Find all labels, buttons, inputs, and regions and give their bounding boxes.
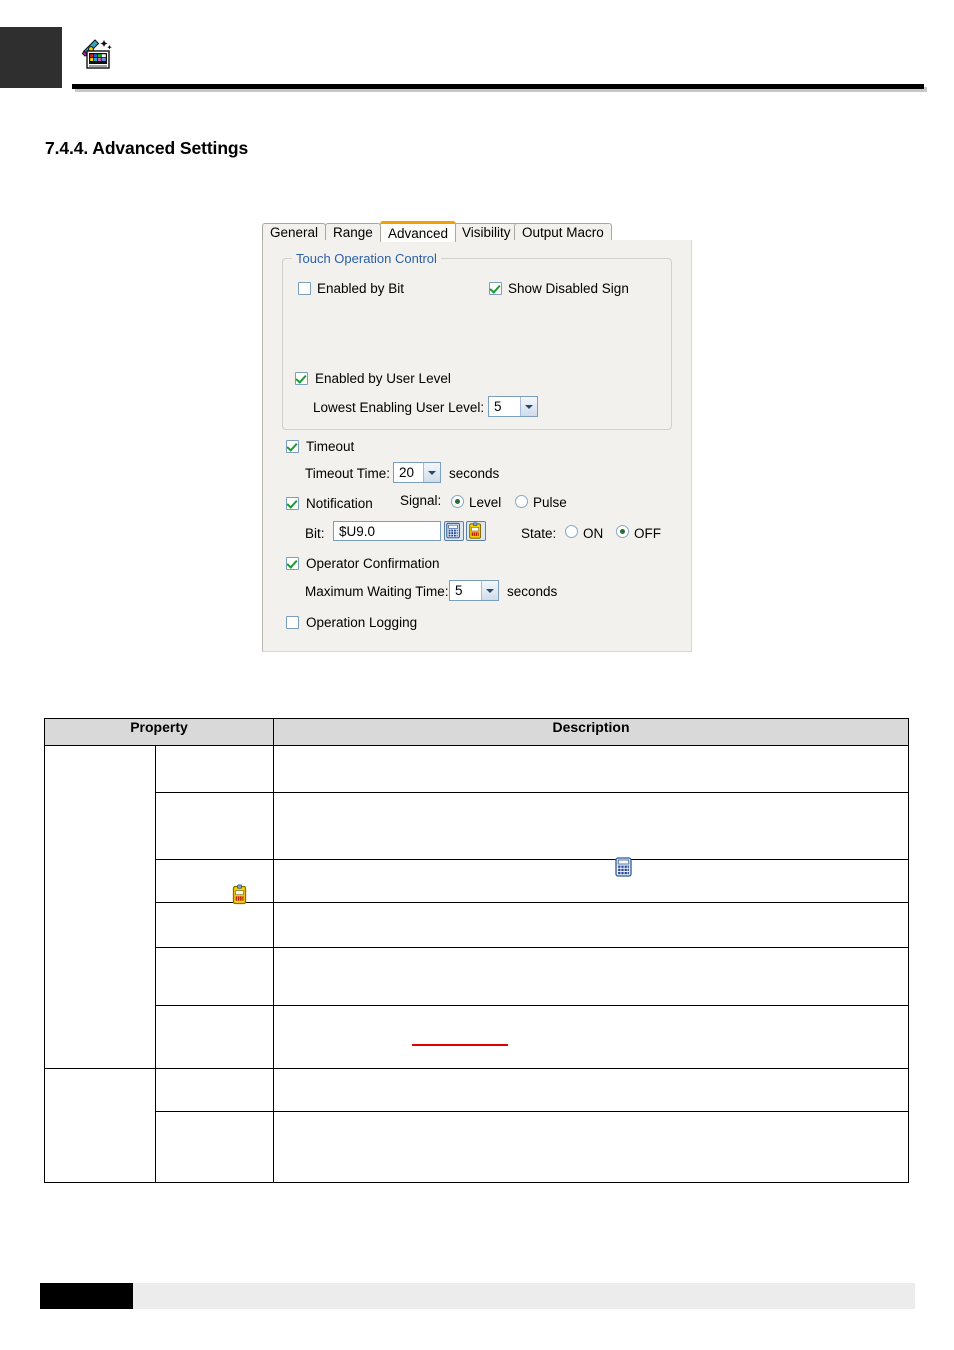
operation-logging-checkbox[interactable] [286, 616, 299, 629]
enabled-by-bit-checkbox[interactable] [298, 282, 311, 295]
table-cell-description [273, 1111, 910, 1183]
table-cell-group [44, 1068, 156, 1183]
bit-input[interactable]: $U9.0 [333, 521, 441, 541]
state-label: State: [521, 526, 557, 541]
notification-label: Notification [306, 496, 373, 511]
show-disabled-sign-label: Show Disabled Sign [508, 281, 629, 296]
operator-confirmation-checkbox[interactable] [286, 557, 299, 570]
table-header-description: Description [273, 718, 910, 746]
touch-operation-control-title: Touch Operation Control [292, 251, 441, 266]
maximum-waiting-time-value: 5 [455, 583, 463, 598]
state-off-radio[interactable] [616, 525, 629, 538]
signal-label: Signal: [400, 493, 442, 508]
timeout-time-label: Timeout Time: [305, 466, 391, 481]
tab-visibility[interactable]: Visibility [454, 223, 519, 241]
table-row [45, 1111, 910, 1183]
header-black-block [0, 27, 62, 88]
timeout-time-value: 20 [399, 465, 415, 480]
bit-value: $U9.0 [339, 524, 376, 539]
table-cell-group [44, 745, 156, 1069]
timeout-checkbox[interactable] [286, 440, 299, 453]
lowest-user-level-combo[interactable]: 5 [488, 396, 538, 417]
table-cell-property [154, 902, 275, 948]
property-description-table: Property Description [43, 718, 910, 1183]
lowest-user-level-value: 5 [494, 399, 502, 414]
header-divider-rule [72, 84, 924, 89]
enabled-by-user-level-label: Enabled by User Level [315, 371, 451, 386]
signal-level-radio[interactable] [451, 495, 464, 508]
dialog-tabstrip: General Range Advanced Visibility Output… [262, 221, 692, 242]
timeout-label: Timeout [306, 439, 355, 454]
table-cell-description [273, 745, 910, 793]
footer-black-block [40, 1283, 133, 1309]
state-on-radio[interactable] [565, 525, 578, 538]
table-row [45, 792, 910, 905]
table-cell-property [154, 792, 275, 860]
operation-logging-label: Operation Logging [306, 615, 418, 630]
table-cell-description [273, 902, 910, 948]
tab-range[interactable]: Range [325, 223, 381, 241]
operator-confirmation-label: Operator Confirmation [306, 556, 440, 571]
page-title: 7.4.4. Advanced Settings [45, 138, 249, 158]
table-cell-property [154, 859, 275, 903]
tab-general[interactable]: General [262, 223, 327, 241]
show-disabled-sign-checkbox[interactable] [489, 282, 502, 295]
table-row [45, 1005, 910, 1069]
signal-pulse-radio[interactable] [515, 495, 528, 508]
notification-checkbox[interactable] [286, 497, 299, 510]
maximum-waiting-time-combo[interactable]: 5 [449, 580, 499, 601]
table-cell-description [273, 947, 910, 1006]
maximum-waiting-units-label: seconds [507, 584, 558, 599]
footer-gray-bar [133, 1283, 915, 1309]
table-row [44, 1068, 910, 1183]
bit-label: Bit: [305, 526, 325, 541]
tab-advanced[interactable]: Advanced [380, 221, 457, 242]
timeout-time-combo[interactable]: 20 [393, 462, 441, 483]
redline-annotation [412, 1044, 509, 1046]
tab-output-macro[interactable]: Output Macro [514, 223, 612, 241]
panel-wand-icon [80, 37, 114, 71]
table-cell-property [154, 1111, 275, 1183]
chevron-down-icon[interactable] [423, 463, 440, 482]
table-cell-property [154, 947, 275, 1006]
enabled-by-user-level-checkbox[interactable] [295, 372, 308, 385]
table-header-row: Property Description [43, 718, 910, 746]
table-cell-description [273, 1068, 910, 1112]
enabled-by-bit-label: Enabled by Bit [317, 281, 405, 296]
table-cell-description [232, 792, 910, 905]
table-cell-property [154, 1005, 275, 1069]
chevron-down-icon[interactable] [481, 581, 498, 600]
state-off-label: OFF [634, 526, 661, 541]
maximum-waiting-time-label: Maximum Waiting Time: [305, 584, 449, 599]
table-cell-description [273, 859, 910, 903]
signal-pulse-label: Pulse [533, 495, 567, 510]
table-row [45, 902, 910, 948]
state-on-label: ON [583, 526, 604, 541]
table-row [45, 947, 910, 1006]
table-row [44, 745, 910, 1069]
tag-clipboard-icon[interactable] [466, 521, 486, 541]
table-cell-property [154, 745, 275, 793]
table-cell-description [273, 1005, 910, 1069]
table-row [45, 859, 910, 903]
advanced-settings-dialog: Touch Operation Control Enabled by Bit S… [262, 240, 692, 652]
lowest-user-level-label: Lowest Enabling User Level: [313, 400, 485, 415]
calculator-icon[interactable] [444, 521, 464, 541]
table-cell-property [154, 1068, 275, 1112]
table-header-property: Property [43, 718, 275, 746]
timeout-units-label: seconds [449, 466, 500, 481]
chevron-down-icon[interactable] [520, 397, 537, 416]
signal-level-label: Level [469, 495, 502, 510]
